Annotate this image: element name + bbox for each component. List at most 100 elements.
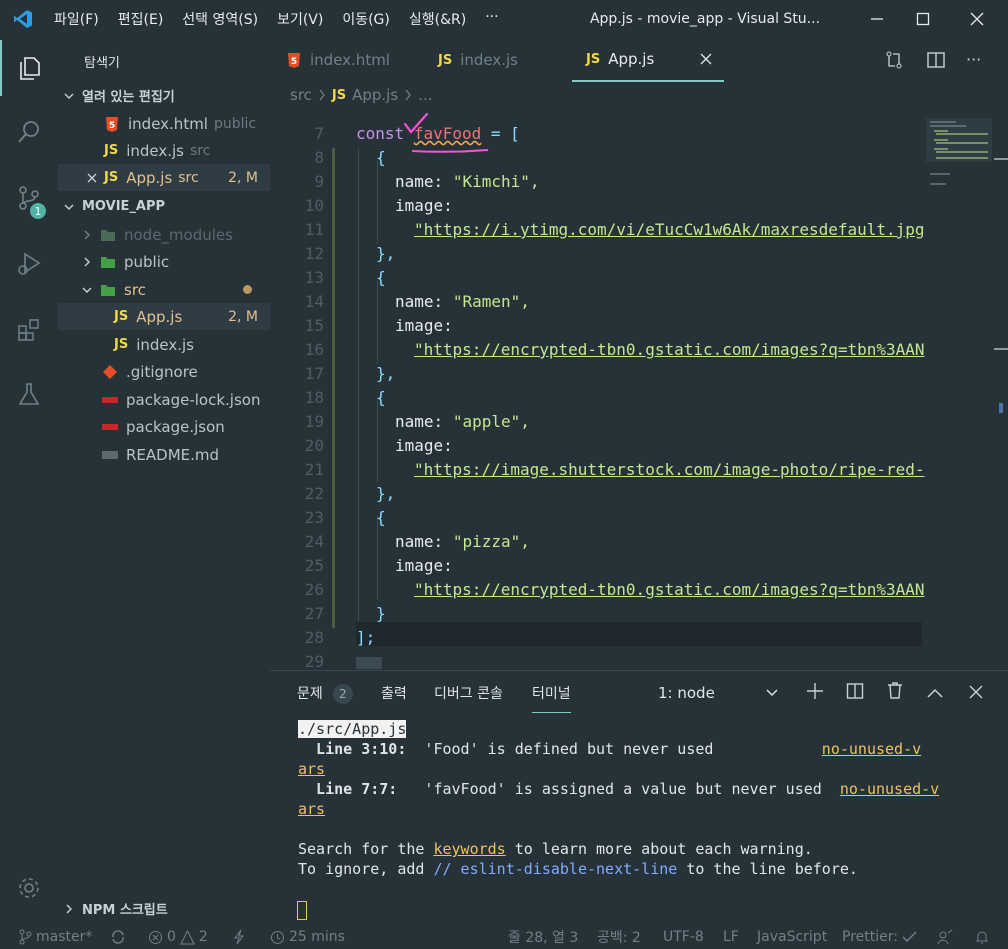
flask-icon: [18, 383, 40, 405]
tab-problems[interactable]: 문제 2: [297, 683, 353, 704]
menu-bar: 파일(F) 편집(E) 선택 영역(S) 보기(V) 이동(G) 실행(&R) …: [46, 9, 510, 29]
search-activity[interactable]: [0, 104, 58, 160]
manage-activity[interactable]: [0, 860, 58, 916]
npm-icon: [102, 423, 118, 430]
compare-changes-icon[interactable]: [884, 50, 904, 74]
vertical-scrollbar[interactable]: [993, 118, 1008, 413]
menu-selection[interactable]: 선택 영역(S): [182, 9, 258, 29]
file-package-lock[interactable]: package-lock.json: [58, 386, 270, 413]
code-line: 25 image:: [304, 556, 453, 575]
js-icon: JS: [104, 170, 119, 185]
npm-scripts-section[interactable]: NPM 스크립트: [58, 895, 270, 922]
folder-node-modules[interactable]: node_modules: [58, 221, 270, 248]
end-of-line[interactable]: LF: [723, 925, 739, 949]
menu-go[interactable]: 이동(G): [342, 9, 390, 29]
sync-icon[interactable]: [110, 925, 126, 949]
chevron-right-icon: [66, 904, 72, 913]
tab-debug-console[interactable]: 디버그 콘솔: [434, 683, 503, 703]
close-window-button[interactable]: [954, 0, 1000, 38]
debug-activity[interactable]: [0, 236, 58, 292]
sidebar-title: 탐색기: [84, 56, 120, 71]
problems-status[interactable]: 0 2: [148, 925, 208, 949]
close-icon[interactable]: [700, 53, 712, 65]
file-app-js[interactable]: JS App.js 2, M: [58, 303, 270, 330]
code-line: 28];: [304, 628, 376, 647]
check-icon: [902, 931, 917, 942]
file-status: 2, M: [228, 308, 258, 325]
scm-badge: 1: [28, 201, 48, 221]
code-editor[interactable]: 7 const favFood = [ 8{ 9 name: "Kimchi", 1…: [270, 112, 1008, 671]
svg-text:5: 5: [291, 57, 297, 67]
code-line: 11 "https://i.ytimg.com/vi/eTucCw1w6Ak/ma…: [304, 220, 925, 239]
file-gitignore[interactable]: .gitignore: [58, 358, 270, 385]
code-line: 15 image:: [304, 316, 453, 335]
language-mode[interactable]: JavaScript: [757, 925, 827, 949]
folder-node-icon: [101, 229, 115, 241]
chevron-up-icon[interactable]: [927, 684, 943, 703]
run-debug-icon: [18, 252, 41, 275]
html5-icon: 5: [288, 53, 300, 68]
extensions-activity[interactable]: [0, 302, 58, 358]
terminal-select[interactable]: 1: node: [650, 679, 786, 707]
tab-index-js[interactable]: JS index.js: [438, 38, 518, 82]
open-editor-index-html[interactable]: 5 index.html public: [58, 110, 270, 137]
terminal-output[interactable]: ./src/App.js Line 3:10: 'Food' is define…: [298, 719, 939, 879]
open-editor-index-js[interactable]: JS index.js src: [58, 137, 270, 164]
problems-count: 2: [332, 684, 353, 704]
trash-icon[interactable]: [886, 681, 904, 704]
cursor-position[interactable]: 줄 28, 열 3: [508, 925, 578, 949]
menu-view[interactable]: 보기(V): [277, 9, 323, 29]
open-editor-app-js[interactable]: JS App.js src 2, M: [58, 164, 270, 191]
js-icon: JS: [104, 143, 119, 158]
status-bar: master* 0 2 25 mins 줄 28, 열 3 공백: 2 UTF-…: [0, 925, 1008, 949]
error-icon: [149, 930, 162, 944]
tab-output[interactable]: 출력: [381, 683, 407, 703]
file-readme[interactable]: README.md: [58, 441, 270, 468]
js-icon: JS: [114, 309, 129, 324]
prettier-status[interactable]: Prettier:: [842, 925, 917, 949]
breadcrumb-more[interactable]: ...: [418, 86, 432, 104]
breadcrumb-folder[interactable]: src: [290, 86, 312, 104]
tab-index-html[interactable]: 5 index.html: [286, 38, 390, 82]
file-status: 2, M: [228, 169, 258, 186]
testing-activity[interactable]: [0, 366, 58, 422]
add-terminal-icon[interactable]: [806, 682, 824, 704]
rule-link: no-unused-v: [821, 740, 922, 758]
bell-icon[interactable]: [974, 925, 990, 949]
menu-edit[interactable]: 편집(E): [118, 9, 164, 29]
maximize-button[interactable]: [900, 0, 946, 38]
folder-src[interactable]: src: [58, 276, 270, 303]
menu-run[interactable]: 실행(&R): [409, 9, 466, 29]
split-terminal-icon[interactable]: [846, 682, 864, 704]
menu-more[interactable]: ···: [485, 9, 498, 29]
lightning-icon[interactable]: [233, 925, 245, 949]
menu-file[interactable]: 파일(F): [54, 9, 99, 29]
tab-terminal[interactable]: 터미널: [532, 683, 571, 713]
code-line: 20 image:: [304, 436, 453, 455]
file-package-json[interactable]: package.json: [58, 413, 270, 440]
indentation[interactable]: 공백: 2: [597, 925, 641, 949]
open-editors-section[interactable]: 열려 있는 편집기: [58, 82, 270, 109]
project-section[interactable]: MOVIE_APP: [58, 193, 270, 220]
explorer-activity[interactable]: [0, 40, 58, 96]
encoding[interactable]: UTF-8: [663, 925, 704, 949]
code-line: 10 image:: [304, 196, 453, 215]
more-actions-icon[interactable]: ···: [966, 50, 981, 69]
close-panel-icon[interactable]: [969, 684, 983, 703]
time-tracker[interactable]: 25 mins: [270, 925, 345, 949]
feedback-icon[interactable]: [936, 925, 954, 949]
window-title: App.js - movie_app - Visual Stu...: [589, 11, 821, 27]
minimize-button[interactable]: [854, 0, 900, 38]
breadcrumb-file[interactable]: App.js: [352, 86, 398, 104]
split-editor-icon[interactable]: [926, 50, 946, 74]
file-index-js[interactable]: JS index.js: [58, 331, 270, 358]
folder-public[interactable]: public: [58, 248, 270, 275]
code-line: 7 const favFood = [: [314, 124, 520, 143]
close-icon[interactable]: [86, 172, 98, 184]
branch-status[interactable]: master*: [18, 925, 92, 949]
code-line: 26 "https://encrypted-tbn0.gstatic.com/im…: [304, 580, 925, 599]
tab-app-js[interactable]: JS App.js: [572, 38, 724, 82]
source-control-activity[interactable]: 1: [0, 170, 58, 226]
code-line: 17},: [304, 364, 396, 383]
minimap[interactable]: [926, 118, 992, 198]
